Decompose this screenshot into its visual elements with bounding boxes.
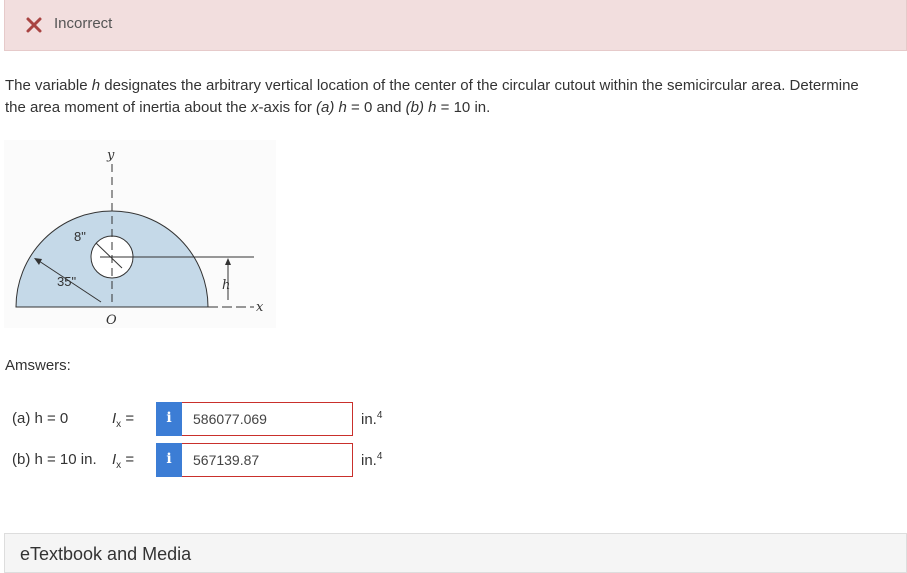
answer-label-b: (b) h = 10 in. <box>12 451 97 468</box>
result-banner: Incorrect <box>4 0 907 51</box>
x-label: x <box>256 300 264 315</box>
close-icon <box>26 17 42 33</box>
answer-input-a[interactable] <box>182 402 353 436</box>
radius-label: 35" <box>57 274 76 289</box>
h-label: h <box>222 278 230 293</box>
hole-label: 8" <box>74 229 86 244</box>
semicircle-diagram: y 8" 35" h x O <box>15 148 264 328</box>
status-text: Incorrect <box>54 15 113 32</box>
info-icon[interactable]: i <box>156 402 182 436</box>
unit-label-b: in.4 <box>361 451 383 469</box>
unit-label-a: in.4 <box>361 410 383 428</box>
info-icon[interactable]: i <box>156 443 182 477</box>
h-arrowhead <box>225 258 231 265</box>
answer-row-b: (b) h = 10 in. Ix = i in.4 <box>0 443 907 477</box>
ix-label-b: Ix = <box>112 451 135 471</box>
answer-row-a: (a) h = 0 Ix = i in.4 <box>0 402 907 436</box>
answers-title: Amswers: <box>5 357 71 374</box>
problem-figure: y 8" 35" h x O <box>4 140 276 328</box>
question-line-1: The variable h designates the arbitrary … <box>5 77 859 94</box>
origin-label: O <box>106 313 117 328</box>
y-label: y <box>106 148 115 163</box>
etextbook-panel[interactable]: eTextbook and Media <box>4 533 907 573</box>
question-line-2: the area moment of inertia about the x-a… <box>5 99 491 116</box>
question-text: The variable h designates the arbitrary … <box>5 75 907 119</box>
answer-input-b[interactable] <box>182 443 353 477</box>
answer-label-a: (a) h = 0 <box>12 410 69 427</box>
ix-label-a: Ix = <box>112 410 135 430</box>
etextbook-title: eTextbook and Media <box>20 544 192 564</box>
